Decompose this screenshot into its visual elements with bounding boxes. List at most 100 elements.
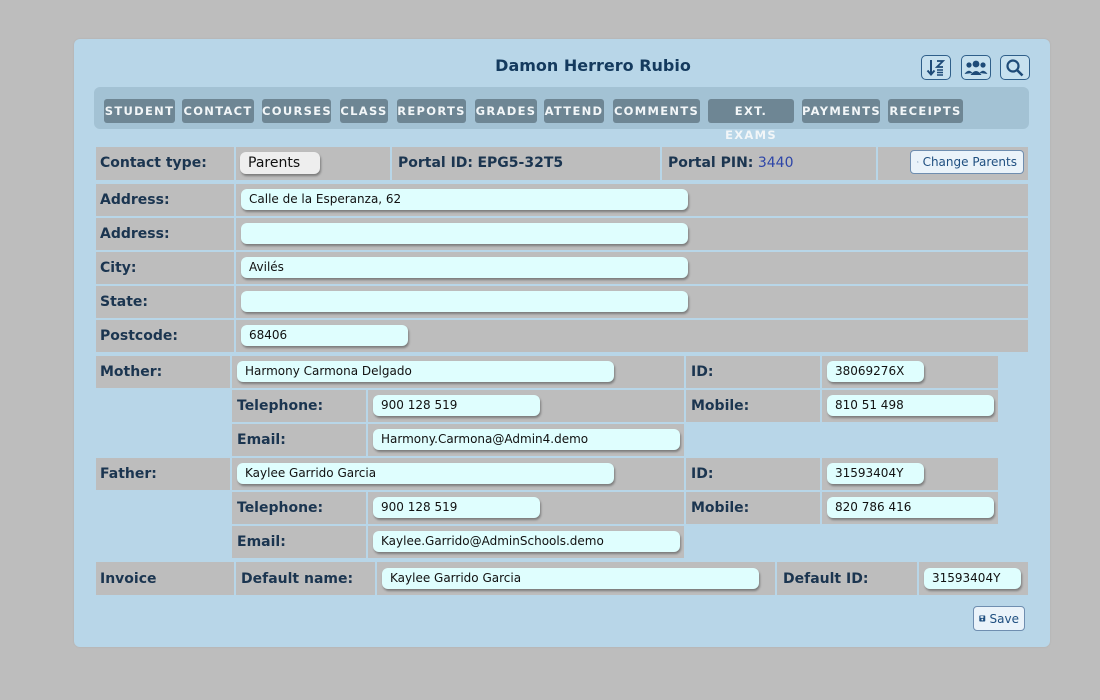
invoice-default-name-input[interactable]: Kaylee Garrido Garcia — [382, 568, 759, 589]
tab-comments[interactable]: COMMENTS — [613, 99, 700, 123]
portal-id-value: EPG5-32T5 — [477, 155, 564, 171]
mother-id-input[interactable]: 38069276X — [827, 361, 924, 382]
mother-mobile-cell: 810 51 498 — [822, 390, 998, 422]
tab-bar: STUDENT CONTACT COURSES CLASS REPORTS GR… — [94, 87, 1029, 142]
father-telephone-label-cell: Telephone: — [232, 492, 366, 524]
address1-label: Address: — [100, 192, 170, 208]
city-field-cell: Avilés — [236, 252, 1028, 284]
portal-id: Portal ID: EPG5-32T5 — [398, 155, 563, 171]
portal-id-cell: Portal ID: EPG5-32T5 — [392, 147, 660, 180]
address2-input[interactable] — [241, 223, 688, 244]
mother-id-label: ID: — [691, 364, 714, 380]
mother-email-input[interactable]: Harmony.Carmona@Admin4.demo — [373, 429, 680, 450]
contact-type-cell: Contact type: — [96, 147, 234, 180]
save-icon — [979, 615, 986, 622]
father-mobile-label-cell: Mobile: — [686, 492, 820, 524]
sort-button[interactable] — [921, 55, 951, 80]
invoice-default-id-input[interactable]: 31593404Y — [924, 568, 1021, 589]
invoice-default-id-label-cell: Default ID: — [777, 562, 917, 595]
address2-label: Address: — [100, 226, 170, 242]
mother-label-cell: Mother: — [96, 356, 230, 388]
group-icon — [964, 60, 988, 75]
postcode-label-cell: Postcode: — [96, 320, 234, 352]
father-email-cell: Kaylee.Garrido@AdminSchools.demo — [368, 526, 684, 558]
father-id-input[interactable]: 31593404Y — [827, 463, 924, 484]
invoice-default-id-cell: 31593404Y — [919, 562, 1028, 595]
address1-label-cell: Address: — [96, 184, 234, 216]
mother-name-input[interactable]: Harmony Carmona Delgado — [237, 361, 614, 382]
father-mobile-input[interactable]: 820 786 416 — [827, 497, 994, 518]
portal-pin: Portal PIN: 3440 — [668, 155, 793, 171]
father-email-label-cell: Email: — [232, 526, 366, 558]
father-telephone-label: Telephone: — [237, 500, 324, 516]
address2-label-cell: Address: — [96, 218, 234, 250]
city-label: City: — [100, 260, 137, 276]
search-icon — [1006, 58, 1024, 76]
change-parents-button[interactable]: Change Parents — [910, 150, 1024, 174]
mother-id-cell: 38069276X — [822, 356, 998, 388]
tab-receipts[interactable]: RECEIPTS — [888, 99, 963, 123]
invoice-label: Invoice — [100, 571, 157, 587]
father-name-input[interactable]: Kaylee Garrido Garcia — [237, 463, 614, 484]
invoice-default-name-cell: Kaylee Garrido Garcia — [377, 562, 775, 595]
tab-payments[interactable]: PAYMENTS — [802, 99, 880, 123]
tab-student[interactable]: STUDENT — [104, 99, 175, 123]
state-label: State: — [100, 294, 149, 310]
father-id-cell: 31593404Y — [822, 458, 998, 490]
father-id-label: ID: — [691, 466, 714, 482]
tab-grades[interactable]: GRADES — [475, 99, 537, 123]
mother-mobile-label-cell: Mobile: — [686, 390, 820, 422]
contact-type-label: Contact type: — [100, 155, 207, 171]
mother-mobile-label: Mobile: — [691, 398, 750, 414]
father-telephone-cell: 900 128 519 — [368, 492, 684, 524]
contact-panel: Damon Herrero Rubio STUDENT CONTACT COUR… — [74, 39, 1050, 647]
group-button[interactable] — [961, 55, 991, 80]
tab-attend[interactable]: ATTEND — [544, 99, 604, 123]
mother-telephone-label-cell: Telephone: — [232, 390, 366, 422]
sort-icon — [926, 59, 946, 76]
mother-email-label: Email: — [237, 432, 286, 448]
portal-pin-value: 3440 — [757, 155, 794, 171]
father-telephone-input[interactable]: 900 128 519 — [373, 497, 540, 518]
invoice-label-cell: Invoice — [96, 562, 234, 595]
father-label-cell: Father: — [96, 458, 230, 490]
mother-email-cell: Harmony.Carmona@Admin4.demo — [368, 424, 684, 456]
save-label: Save — [989, 611, 1019, 626]
save-button[interactable]: Save — [973, 606, 1025, 631]
city-input[interactable]: Avilés — [241, 257, 688, 278]
father-mobile-cell: 820 786 416 — [822, 492, 998, 524]
tab-reports[interactable]: REPORTS — [397, 99, 466, 123]
tab-class[interactable]: CLASS — [340, 99, 388, 123]
mother-email-label-cell: Email: — [232, 424, 366, 456]
tab-contact[interactable]: CONTACT — [182, 99, 254, 123]
father-mobile-label: Mobile: — [691, 500, 750, 516]
state-label-cell: State: — [96, 286, 234, 318]
tab-ext-exams[interactable]: EXT. EXAMS — [708, 99, 794, 142]
city-label-cell: City: — [96, 252, 234, 284]
address1-input[interactable]: Calle de la Esperanza, 62 — [241, 189, 688, 210]
search-button[interactable] — [1000, 55, 1030, 80]
mother-mobile-input[interactable]: 810 51 498 — [827, 395, 994, 416]
mother-telephone-input[interactable]: 900 128 519 — [373, 395, 540, 416]
address1-field-cell: Calle de la Esperanza, 62 — [236, 184, 1028, 216]
contact-type-select[interactable]: Parents — [240, 152, 320, 174]
change-parents-cell: Change Parents — [878, 147, 1028, 180]
state-field-cell — [236, 286, 1028, 318]
mother-label: Mother: — [100, 364, 163, 380]
invoice-default-name-label-cell: Default name: — [236, 562, 375, 595]
postcode-field-cell: 68406 — [236, 320, 1028, 352]
search-icon — [917, 161, 919, 163]
tab-courses[interactable]: COURSES — [262, 99, 331, 123]
postcode-input[interactable]: 68406 — [241, 325, 408, 346]
change-parents-label: Change Parents — [922, 155, 1017, 169]
mother-name-cell: Harmony Carmona Delgado — [232, 356, 684, 388]
mother-telephone-cell: 900 128 519 — [368, 390, 684, 422]
father-email-input[interactable]: Kaylee.Garrido@AdminSchools.demo — [373, 531, 680, 552]
father-label: Father: — [100, 466, 157, 482]
state-input[interactable] — [241, 291, 688, 312]
mother-telephone-label: Telephone: — [237, 398, 324, 414]
mother-id-label-cell: ID: — [686, 356, 820, 388]
invoice-default-name-label: Default name: — [241, 571, 354, 587]
father-name-cell: Kaylee Garrido Garcia — [232, 458, 684, 490]
postcode-label: Postcode: — [100, 328, 178, 344]
